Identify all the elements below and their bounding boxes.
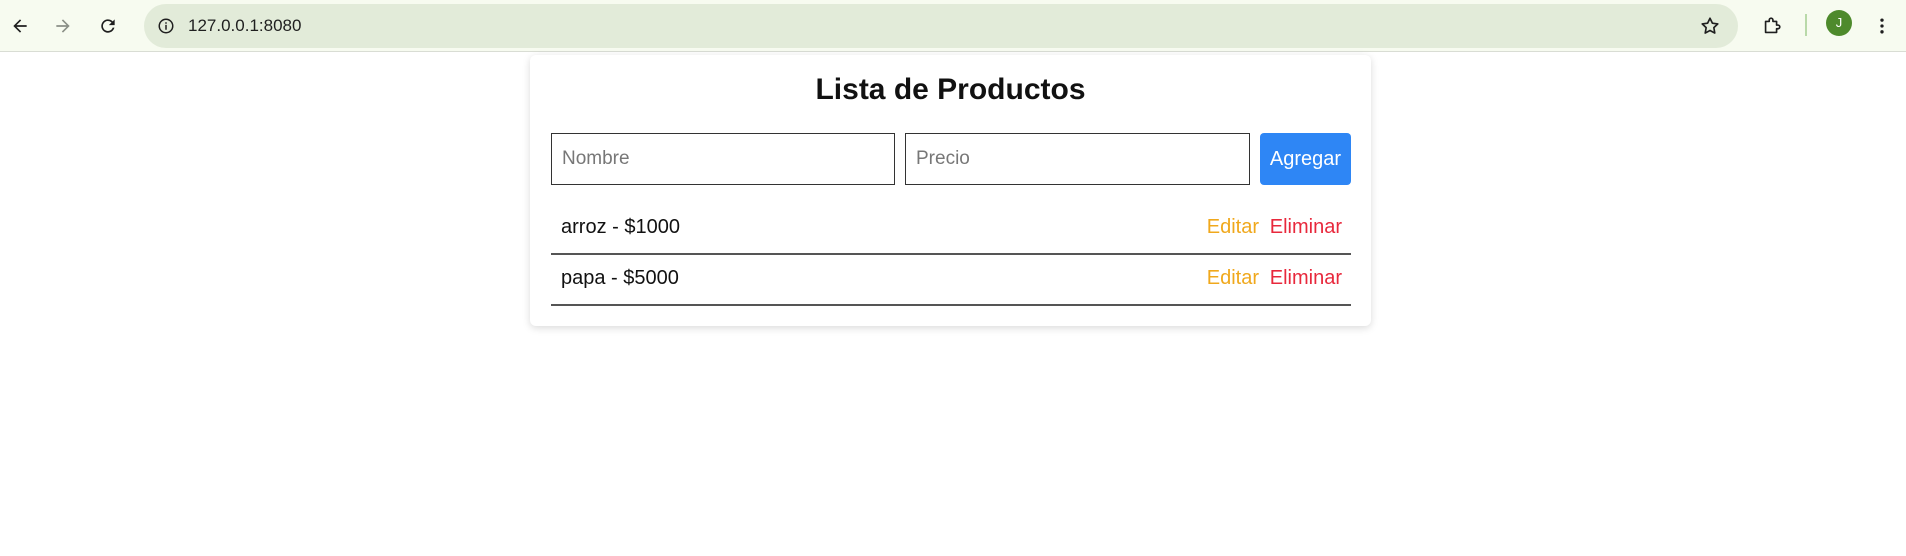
edit-button[interactable]: Editar — [1207, 216, 1259, 239]
toolbar-divider — [1805, 14, 1807, 36]
product-row: papa - $5000 Editar Eliminar — [551, 255, 1351, 306]
name-input[interactable] — [551, 133, 895, 185]
back-button[interactable] — [2, 8, 38, 44]
reload-icon — [101, 19, 115, 33]
delete-button[interactable]: Eliminar — [1270, 267, 1342, 290]
arrow-left-icon — [13, 19, 27, 33]
reload-button[interactable] — [90, 8, 126, 44]
delete-button[interactable]: Eliminar — [1270, 216, 1342, 239]
site-info-button[interactable] — [150, 10, 182, 42]
product-row: arroz - $1000 Editar Eliminar — [551, 204, 1351, 255]
browser-toolbar: 127.0.0.1:8080 J — [0, 0, 1906, 52]
kebab-menu-icon — [1880, 18, 1884, 34]
star-icon — [1701, 17, 1719, 34]
add-button[interactable]: Agregar — [1260, 133, 1351, 185]
profile-avatar[interactable]: J — [1826, 10, 1852, 36]
address-bar[interactable]: 127.0.0.1:8080 — [144, 4, 1738, 48]
product-text: arroz - $1000 — [561, 216, 680, 238]
price-input[interactable] — [905, 133, 1250, 185]
product-list-card: Lista de Productos Agregar arroz - $1000… — [530, 55, 1371, 326]
edit-button[interactable]: Editar — [1207, 267, 1259, 290]
arrow-right-icon — [56, 19, 70, 33]
browser-menu-button[interactable] — [1866, 8, 1898, 44]
page-title: Lista de Productos — [815, 73, 1086, 106]
product-text: papa - $5000 — [561, 267, 679, 289]
puzzle-icon — [1764, 17, 1781, 34]
info-icon — [158, 18, 174, 34]
forward-button[interactable] — [45, 8, 81, 44]
bookmark-button[interactable] — [1694, 10, 1726, 42]
url-text[interactable]: 127.0.0.1:8080 — [188, 4, 301, 48]
extensions-button[interactable] — [1754, 8, 1790, 44]
